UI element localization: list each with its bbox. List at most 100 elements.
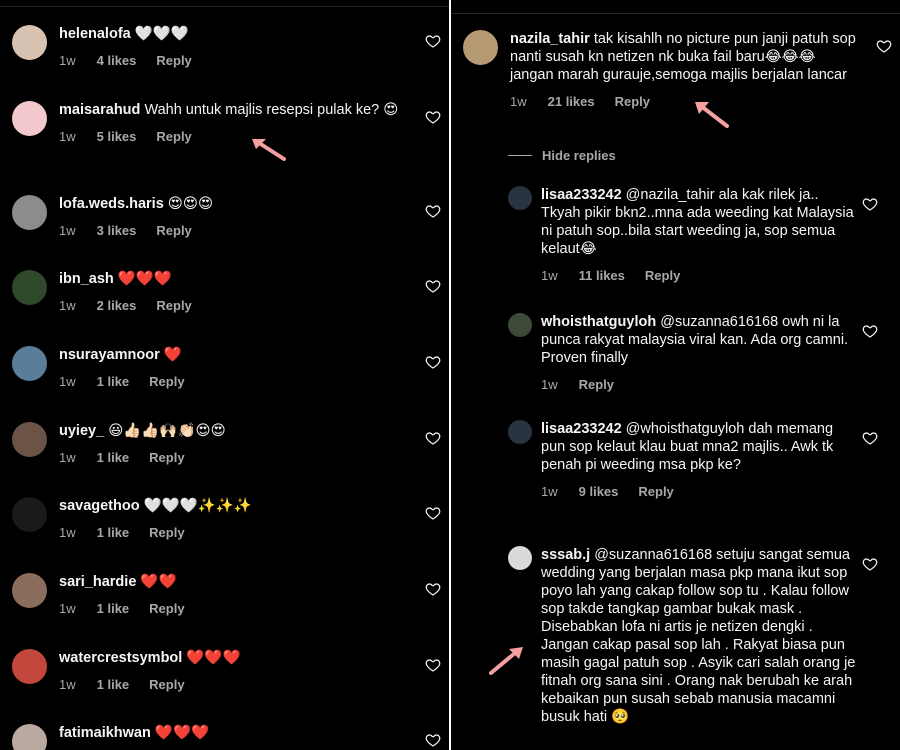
comment-meta: 1w 1 like Reply [59, 600, 409, 618]
reply-button[interactable]: Reply [149, 600, 184, 618]
username[interactable]: lisaa233242 [541, 421, 622, 437]
annotation-arrow [489, 647, 523, 675]
like-heart-icon[interactable] [862, 196, 878, 212]
reply-button[interactable]: Reply [149, 524, 184, 542]
username[interactable]: maisarahud [59, 102, 140, 118]
comment-meta: 1w 3 likes Reply [59, 222, 409, 240]
hide-replies-button[interactable]: Hide replies [508, 148, 616, 163]
likes-count[interactable]: 3 likes [97, 222, 137, 240]
avatar[interactable] [463, 30, 498, 65]
avatar[interactable] [12, 270, 47, 305]
avatar[interactable] [508, 313, 532, 337]
like-heart-icon[interactable] [425, 430, 441, 446]
like-heart-icon[interactable] [862, 323, 878, 339]
comment-body: nsurayamnoor ❤️ 1w 1 like Reply [59, 346, 409, 391]
avatar[interactable] [12, 101, 47, 136]
username[interactable]: fatimaikhwan [59, 725, 151, 741]
timestamp: 1w [59, 525, 76, 540]
comment-text: ❤️❤️ [140, 574, 177, 590]
reply-button[interactable]: Reply [149, 449, 184, 467]
likes-count[interactable]: 2 likes [97, 297, 137, 315]
reply-button[interactable]: Reply [579, 376, 614, 394]
likes-count[interactable]: 1 like [97, 600, 130, 618]
likes-count[interactable]: 9 likes [579, 483, 619, 501]
username[interactable]: lofa.weds.haris [59, 196, 164, 212]
top-divider [0, 0, 449, 7]
avatar[interactable] [12, 25, 47, 60]
reply-button[interactable]: Reply [149, 676, 184, 694]
reply-button[interactable]: Reply [638, 483, 673, 501]
comment-text: @suzanna616168 setuju sangat semua weddi… [541, 547, 856, 725]
comment-body: fatimaikhwan ❤️❤️❤️ [59, 724, 409, 750]
comment-body: lisaa233242 @whoisthatguyloh dah memang … [541, 420, 860, 501]
timestamp: 1w [59, 298, 76, 313]
likes-count[interactable]: 21 likes [548, 93, 595, 111]
avatar[interactable] [12, 724, 47, 750]
reply-button[interactable]: Reply [645, 267, 680, 285]
right-comments-panel: nazila_tahir tak kisahlh no picture pun … [451, 0, 900, 750]
username[interactable]: watercrestsymbol [59, 650, 182, 666]
reply-button[interactable]: Reply [156, 297, 191, 315]
like-heart-icon[interactable] [425, 732, 441, 748]
avatar[interactable] [508, 186, 532, 210]
comment-meta: 1w Reply [541, 376, 860, 394]
comment-meta: 1w 1 like Reply [59, 524, 409, 542]
likes-count[interactable]: 1 like [97, 373, 130, 391]
like-heart-icon[interactable] [425, 278, 441, 294]
avatar[interactable] [12, 573, 47, 608]
timestamp: 1w [510, 94, 527, 109]
username[interactable]: nsurayamnoor [59, 347, 160, 363]
reply-button[interactable]: Reply [156, 128, 191, 146]
reply-button[interactable]: Reply [615, 93, 650, 111]
username[interactable]: sari_hardie [59, 574, 136, 590]
comment-text: 😍😍😍 [167, 196, 214, 212]
avatar[interactable] [12, 422, 47, 457]
avatar[interactable] [12, 195, 47, 230]
username[interactable]: ibn_ash [59, 271, 114, 287]
like-heart-icon[interactable] [425, 505, 441, 521]
likes-count[interactable]: 11 likes [579, 267, 625, 285]
avatar[interactable] [508, 420, 532, 444]
likes-count[interactable]: 1 like [97, 524, 130, 542]
timestamp: 1w [59, 450, 76, 465]
like-heart-icon[interactable] [425, 354, 441, 370]
username[interactable]: whoisthatguyloh [541, 314, 656, 330]
like-heart-icon[interactable] [425, 581, 441, 597]
like-heart-icon[interactable] [862, 430, 878, 446]
reply-button[interactable]: Reply [149, 373, 184, 391]
comment-meta: 1w 1 like Reply [59, 373, 409, 391]
like-heart-icon[interactable] [425, 33, 441, 49]
username[interactable]: lisaa233242 [541, 187, 622, 203]
like-heart-icon[interactable] [425, 203, 441, 219]
annotation-arrow [695, 102, 729, 128]
avatar[interactable] [12, 497, 47, 532]
username[interactable]: helenalofa [59, 26, 131, 42]
left-comments-panel: helenalofa 🤍🤍🤍 1w 4 likes Reply maisarahud W… [0, 0, 449, 750]
username[interactable]: sssab.j [541, 547, 590, 563]
likes-count[interactable]: 1 like [97, 676, 130, 694]
username[interactable]: nazila_tahir [510, 31, 590, 47]
comment-body: ibn_ash ❤️❤️❤️ 1w 2 likes Reply [59, 270, 409, 315]
reply-button[interactable]: Reply [156, 222, 191, 240]
comment-body: lofa.weds.haris 😍😍😍 1w 3 likes Reply [59, 195, 409, 240]
likes-count[interactable]: 1 like [97, 449, 130, 467]
username[interactable]: uyiey_ [59, 423, 104, 439]
timestamp: 1w [541, 377, 558, 392]
like-heart-icon[interactable] [425, 109, 441, 125]
comment-meta: 1w 1 like Reply [59, 676, 409, 694]
username[interactable]: savagethoo [59, 498, 140, 514]
like-heart-icon[interactable] [862, 556, 878, 572]
comment-text: 🤍🤍🤍 [134, 26, 189, 42]
avatar[interactable] [12, 346, 47, 381]
hide-replies-label: Hide replies [542, 148, 616, 163]
timestamp: 1w [59, 601, 76, 616]
like-heart-icon[interactable] [876, 38, 892, 54]
likes-count[interactable]: 5 likes [97, 128, 137, 146]
likes-count[interactable]: 4 likes [97, 52, 137, 70]
like-heart-icon[interactable] [425, 657, 441, 673]
avatar[interactable] [12, 649, 47, 684]
reply-button[interactable]: Reply [156, 52, 191, 70]
comment-meta: 1w 11 likes Reply [541, 267, 860, 285]
avatar[interactable] [508, 546, 532, 570]
comment-text: ❤️ [163, 347, 182, 363]
